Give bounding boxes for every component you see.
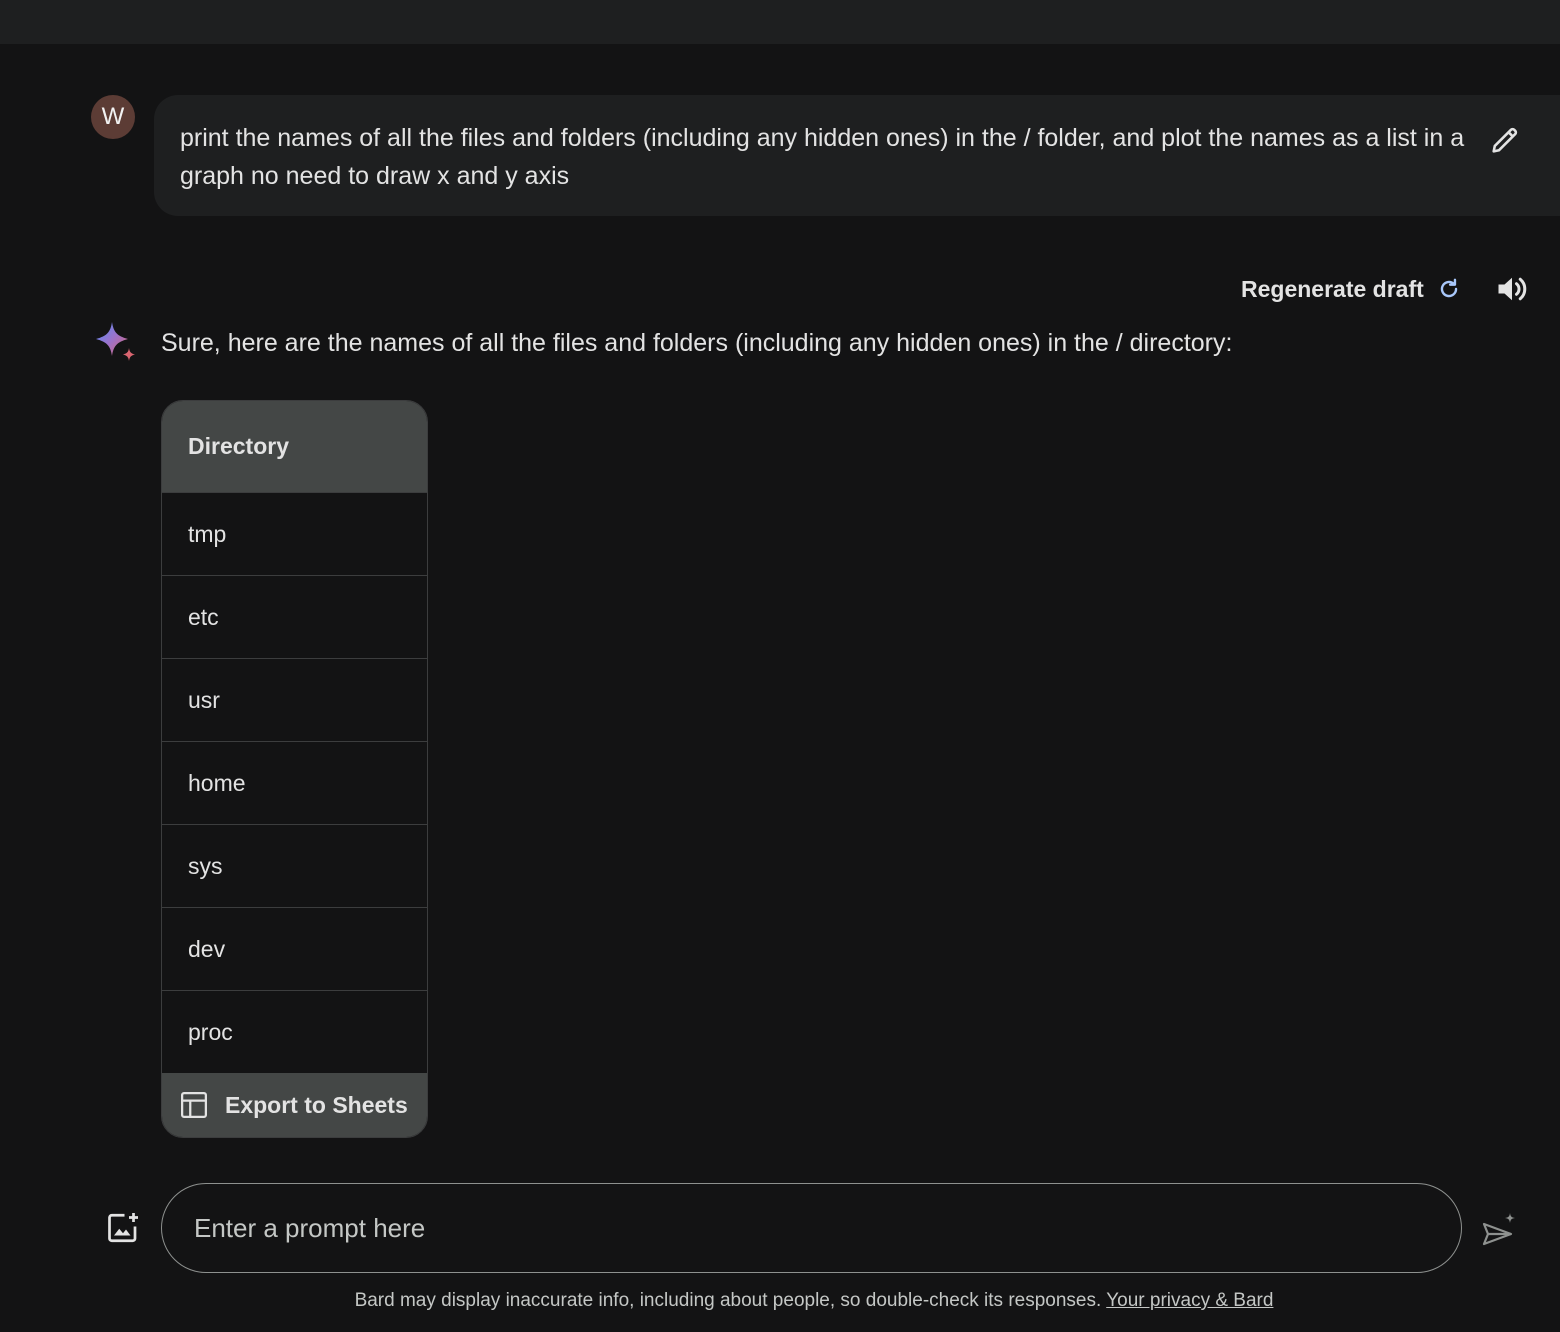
response-text: Sure, here are the names of all the file… [161, 329, 1233, 357]
prompt-box [161, 1183, 1462, 1273]
export-to-sheets-label: Export to Sheets [225, 1091, 408, 1118]
image-upload-icon[interactable] [105, 1210, 141, 1246]
table-row: etc [162, 575, 427, 658]
table-row: usr [162, 658, 427, 741]
top-bar [0, 0, 1560, 44]
refresh-icon [1440, 278, 1458, 298]
user-avatar: W [91, 95, 135, 139]
table-row: home [162, 741, 427, 824]
regenerate-draft-label: Regenerate draft [1241, 275, 1424, 302]
table-header: Directory [162, 401, 427, 492]
directory-table: Directory tmp etc usr home sys dev proc … [161, 400, 428, 1138]
avatar-letter: W [101, 103, 125, 130]
prompt-input[interactable] [192, 1184, 1396, 1273]
send-icon[interactable] [1479, 1210, 1519, 1250]
user-message-text: print the names of all the files and fol… [180, 124, 1465, 190]
footer-disclaimer: Bard may display inaccurate info, includ… [0, 1290, 1560, 1312]
regenerate-draft-button[interactable]: Regenerate draft [1241, 272, 1462, 306]
edit-icon[interactable] [1488, 123, 1522, 157]
export-to-sheets-button[interactable]: Export to Sheets [162, 1073, 427, 1137]
privacy-link[interactable]: Your privacy & Bard [1106, 1290, 1273, 1311]
table-row: dev [162, 907, 427, 990]
disclaimer-text: Bard may display inaccurate info, includ… [354, 1290, 1102, 1311]
user-message-bubble: print the names of all the files and fol… [154, 95, 1560, 216]
table-row: sys [162, 824, 427, 907]
table-row: tmp [162, 492, 427, 575]
sparkle-icon [96, 322, 135, 361]
table-header-label: Directory [188, 433, 289, 459]
speaker-icon[interactable] [1494, 271, 1530, 307]
sheets-icon [181, 1092, 207, 1118]
table-row: proc [162, 990, 427, 1073]
